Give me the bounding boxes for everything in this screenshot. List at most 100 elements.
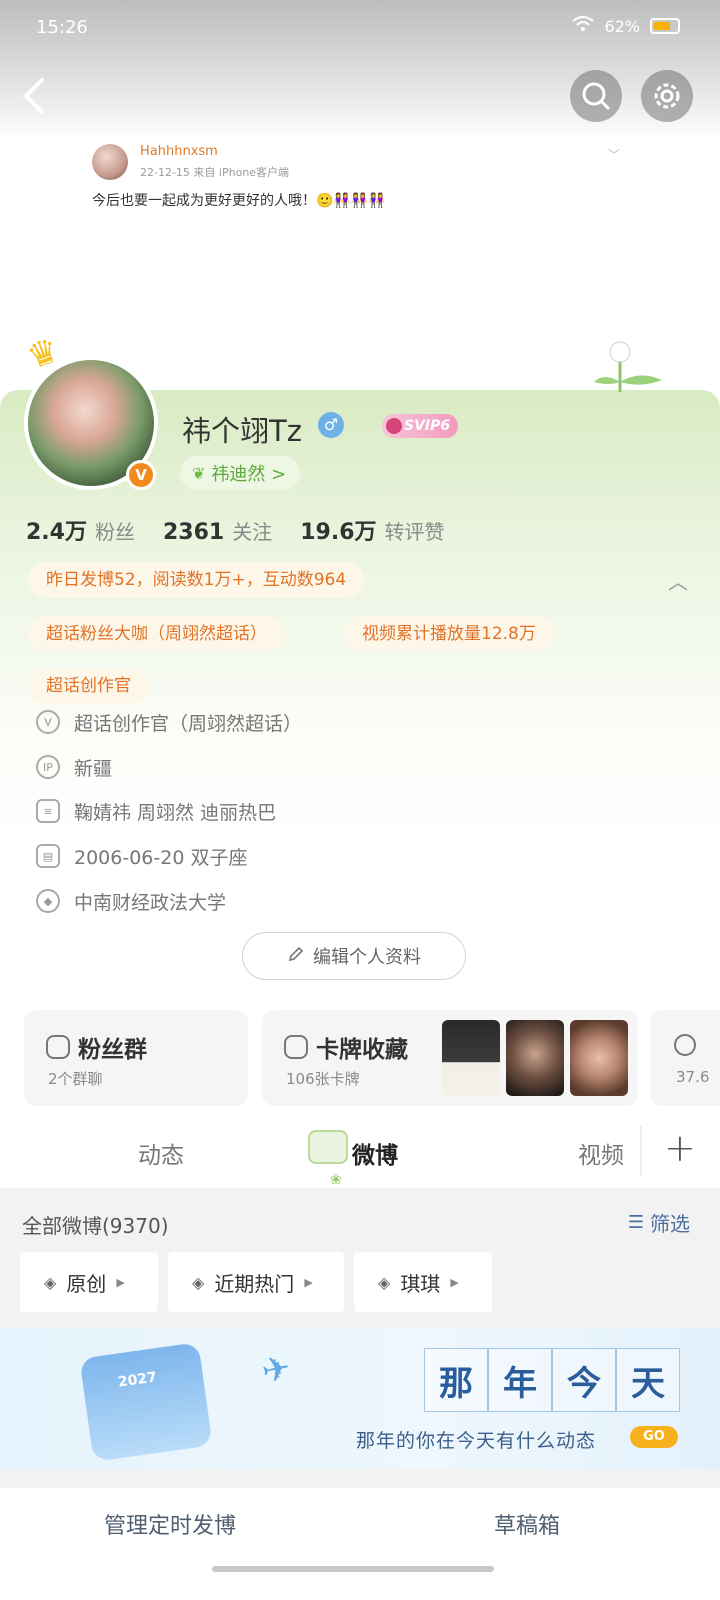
- battery-percent: 62%: [604, 16, 640, 36]
- info-location-text: 新疆: [74, 757, 113, 780]
- banner-title-char: 那: [424, 1348, 488, 1412]
- filter-button[interactable]: ☰ 筛选: [628, 1208, 690, 1237]
- svip-badge[interactable]: SVIP6: [382, 414, 459, 438]
- banner-title-char: 年: [488, 1348, 552, 1412]
- super-topic-alias-pill[interactable]: ❦ 祎迪然 >: [180, 456, 301, 490]
- graduation-cap-icon: ◆: [36, 889, 60, 913]
- info-interests: ≡ 鞠婧祎 周翊然 迪丽热巴: [36, 795, 276, 827]
- flower-decoration-icon: [594, 341, 662, 392]
- card-thumbnail: [506, 1020, 564, 1096]
- card-thumbnail: [442, 1020, 500, 1096]
- chevron-up-icon[interactable]: ︿: [668, 566, 688, 595]
- tab-dongtai[interactable]: 动态: [138, 1136, 184, 1170]
- post-meta: 22-12-15 来自 iPhone客户端: [140, 166, 290, 179]
- post-text: 今后也要一起成为更好更好的人哦！🙂👭👭👭: [92, 193, 386, 209]
- card-thumbnail: [570, 1020, 628, 1096]
- card-collection-title: 卡牌收藏: [284, 1030, 408, 1064]
- layers-icon: ◈: [192, 1272, 205, 1292]
- chip-label: 琪琪: [400, 1271, 441, 1296]
- stat-engagement[interactable]: 19.6万 转评赞: [300, 514, 444, 546]
- chip-original[interactable]: ◈ 原创 ▶: [20, 1252, 158, 1312]
- banner-title-char: 今: [552, 1348, 616, 1412]
- status-time: 15:26: [36, 17, 88, 38]
- stat-fans[interactable]: 2.4万 粉丝: [26, 514, 135, 546]
- filter-icon: ☰: [627, 1212, 644, 1233]
- card-collection-label: 卡牌收藏: [316, 1037, 408, 1063]
- chip-label: 原创: [66, 1271, 107, 1296]
- flower-underline-icon: ❀: [330, 1172, 342, 1188]
- profile-stats: 2.4万 粉丝 2361 关注 19.6万 转评赞: [26, 514, 445, 546]
- info-creator-text: 超话创作官（周翊然超话）: [74, 712, 303, 735]
- fans-group-sub: 2个群聊: [48, 1070, 103, 1088]
- calendar-icon: ▤: [36, 844, 60, 868]
- chevron-down-icon[interactable]: ﹀: [608, 146, 620, 163]
- banner-title-char: 天: [616, 1348, 680, 1412]
- filter-label: 筛选: [650, 1212, 690, 1236]
- home-indicator[interactable]: [212, 1566, 494, 1572]
- post-username: Hahhhnxsm: [140, 144, 218, 159]
- chip-recent-hot[interactable]: ◈ 近期热门 ▶: [168, 1252, 344, 1312]
- feed-title: 全部微博(9370): [22, 1214, 169, 1238]
- fans-group-label: 粉丝群: [78, 1037, 147, 1063]
- wifi-icon: [572, 16, 595, 36]
- search-button[interactable]: [570, 70, 622, 122]
- calendar-illustration-icon: [79, 1342, 213, 1462]
- status-icons: 62%: [572, 16, 680, 36]
- partial-card[interactable]: 37.6: [650, 1010, 720, 1106]
- info-interests-text: 鞠婧祎 周翊然 迪丽热巴: [74, 801, 277, 824]
- stat-following[interactable]: 2361 关注: [163, 516, 272, 545]
- profile-tabs: 动态 微博 ❀ 视频 +: [0, 1120, 720, 1188]
- scheduled-posts-button[interactable]: 管理定时发博: [104, 1508, 236, 1540]
- layers-icon: ◈: [44, 1272, 57, 1292]
- caret-right-icon: ▶: [304, 1275, 313, 1289]
- badge-icon: [674, 1034, 696, 1056]
- card-icon: [284, 1035, 308, 1059]
- edit-profile-label: 编辑个人资料: [313, 947, 421, 968]
- card-collection-sub: 106张卡牌: [286, 1070, 360, 1088]
- info-school: ◆ 中南财经政法大学: [36, 885, 226, 917]
- partial-card-sub: 37.6: [676, 1068, 710, 1086]
- caret-right-icon: ▶: [116, 1275, 125, 1289]
- tag-super-fan[interactable]: 超话粉丝大咖（周翊然超话）: [28, 616, 285, 652]
- tab-weibo[interactable]: 微博: [352, 1136, 398, 1170]
- stat-value: 19.6万: [300, 520, 377, 545]
- tab-divider: [640, 1126, 642, 1176]
- gear-icon: [654, 83, 680, 109]
- battery-icon: [650, 18, 680, 34]
- tab-video[interactable]: 视频: [578, 1136, 624, 1170]
- shield-icon: V: [36, 710, 60, 734]
- banner-title: 那 年 今 天: [424, 1348, 680, 1412]
- ip-location-icon: IP: [36, 755, 60, 779]
- profile-name: 祎个翊Tz: [182, 414, 302, 448]
- stat-value: 2.4万: [26, 520, 87, 545]
- go-button[interactable]: GO: [630, 1426, 678, 1448]
- banner-subtitle: 那年的你在今天有什么动态: [356, 1430, 597, 1452]
- stat-label: 转评赞: [384, 520, 445, 544]
- caret-right-icon: ▶: [450, 1275, 459, 1289]
- chip-qiqi[interactable]: ◈ 琪琪 ▶: [354, 1252, 492, 1312]
- add-tab-button[interactable]: +: [664, 1126, 696, 1170]
- weibo-tab-decoration-icon: [308, 1130, 348, 1164]
- back-arrow-icon[interactable]: [20, 76, 60, 116]
- tag-yesterday-stats[interactable]: 昨日发博52，阅读数1万+，互动数964: [28, 562, 365, 598]
- document-icon: ≡: [36, 799, 60, 823]
- stat-value: 2361: [162, 520, 225, 545]
- tag-video-plays[interactable]: 视频累计播放量12.8万: [344, 616, 554, 652]
- alias-label: 祎迪然 >: [211, 464, 287, 485]
- stat-label: 粉丝: [94, 520, 135, 544]
- info-school-text: 中南财经政法大学: [74, 891, 227, 914]
- male-icon: ♂: [318, 412, 344, 438]
- tag-creator[interactable]: 超话创作官: [28, 668, 149, 704]
- leaf-icon: ❦: [192, 463, 206, 483]
- group-icon: [46, 1035, 70, 1059]
- fans-group-card[interactable]: 粉丝群 2个群聊: [24, 1010, 248, 1106]
- on-this-day-banner[interactable]: 2027 ✈ 那 年 今 天 那年的你在今天有什么动态 GO: [0, 1328, 720, 1470]
- feed-area: 全部微博(9370) ☰ 筛选 ◈ 原创 ▶ ◈ 近期热门 ▶ ◈ 琪琪 ▶ 2…: [0, 1188, 720, 1600]
- drafts-button[interactable]: 草稿箱: [494, 1508, 560, 1540]
- card-collection-card[interactable]: 卡牌收藏 106张卡牌: [262, 1010, 638, 1106]
- post-avatar: [92, 144, 128, 180]
- fans-group-title: 粉丝群: [46, 1030, 147, 1064]
- layers-icon: ◈: [378, 1272, 391, 1292]
- edit-profile-button[interactable]: 编辑个人资料: [242, 932, 466, 980]
- settings-button[interactable]: [641, 70, 693, 122]
